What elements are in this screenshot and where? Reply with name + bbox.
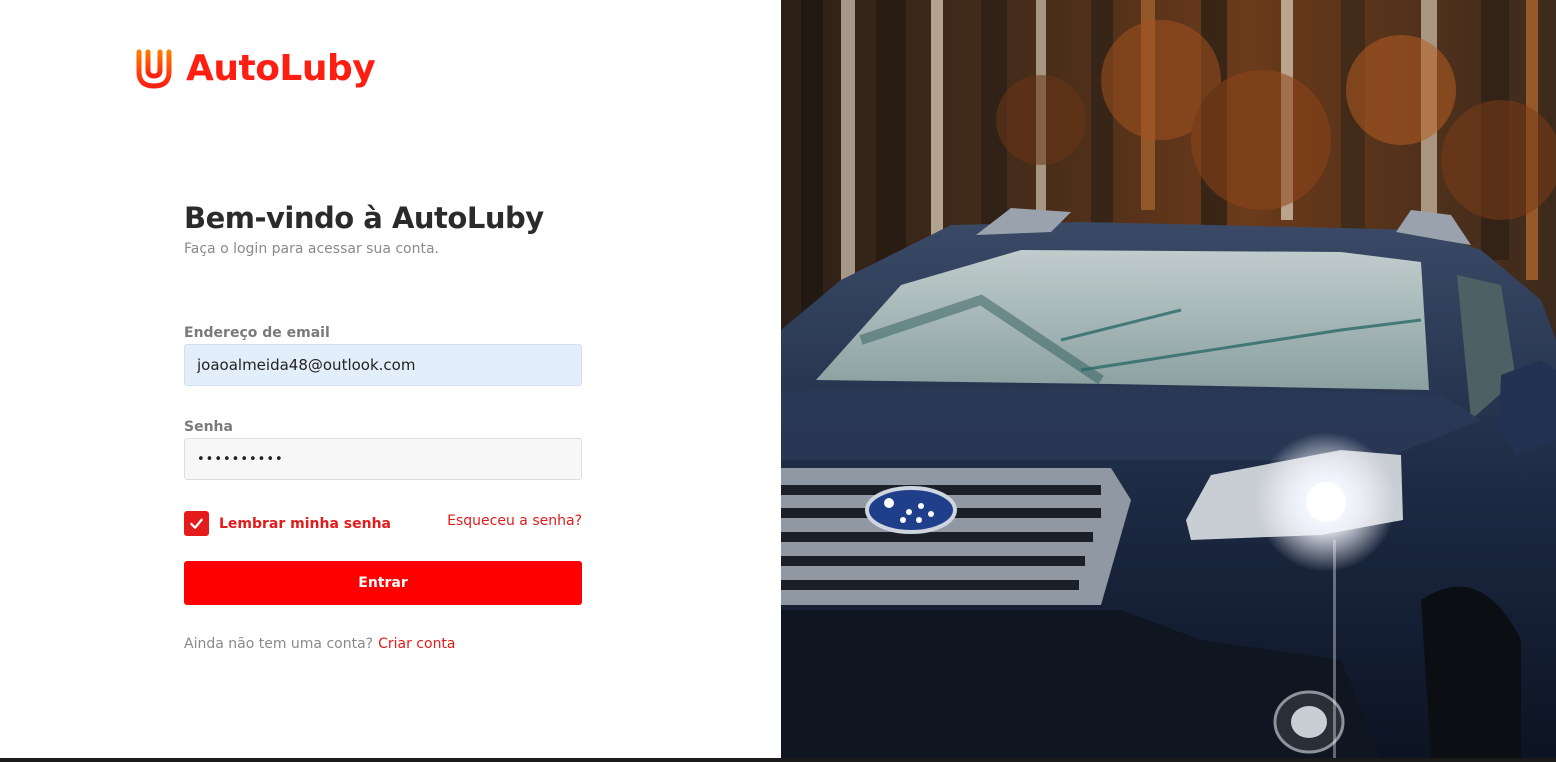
checkbox-checked-icon[interactable] <box>184 511 209 536</box>
brand-name: AutoLuby <box>186 48 376 89</box>
password-field[interactable] <box>184 438 582 480</box>
hero-car-image <box>781 0 1556 758</box>
check-icon <box>190 518 203 529</box>
email-field[interactable] <box>184 344 582 386</box>
forgot-password-link[interactable]: Esqueceu a senha? <box>447 513 582 529</box>
login-button[interactable]: Entrar <box>184 561 582 605</box>
page-subtitle: Faça o login para acessar sua conta. <box>184 241 440 257</box>
autoluby-logo-icon <box>136 49 172 89</box>
remember-me-checkbox[interactable]: Lembrar minha senha <box>184 511 391 536</box>
login-form: Bem-vindo à AutoLuby Faça o login para a… <box>184 198 582 652</box>
password-label: Senha <box>184 419 233 435</box>
brand-logo[interactable]: AutoLuby <box>136 48 376 90</box>
create-account-link[interactable]: Criar conta <box>378 636 455 652</box>
login-panel: AutoLuby Bem-vindo à AutoLuby Faça o log… <box>0 0 781 758</box>
page-title: Bem-vindo à AutoLuby <box>184 201 544 235</box>
window-bottom-edge <box>0 758 1556 762</box>
car-photo-icon <box>781 0 1556 758</box>
remember-me-label[interactable]: Lembrar minha senha <box>219 516 391 532</box>
email-label: Endereço de email <box>184 325 330 341</box>
signup-prompt: Ainda não tem uma conta? Criar conta <box>184 636 456 652</box>
signup-prompt-text: Ainda não tem uma conta? <box>184 636 374 652</box>
